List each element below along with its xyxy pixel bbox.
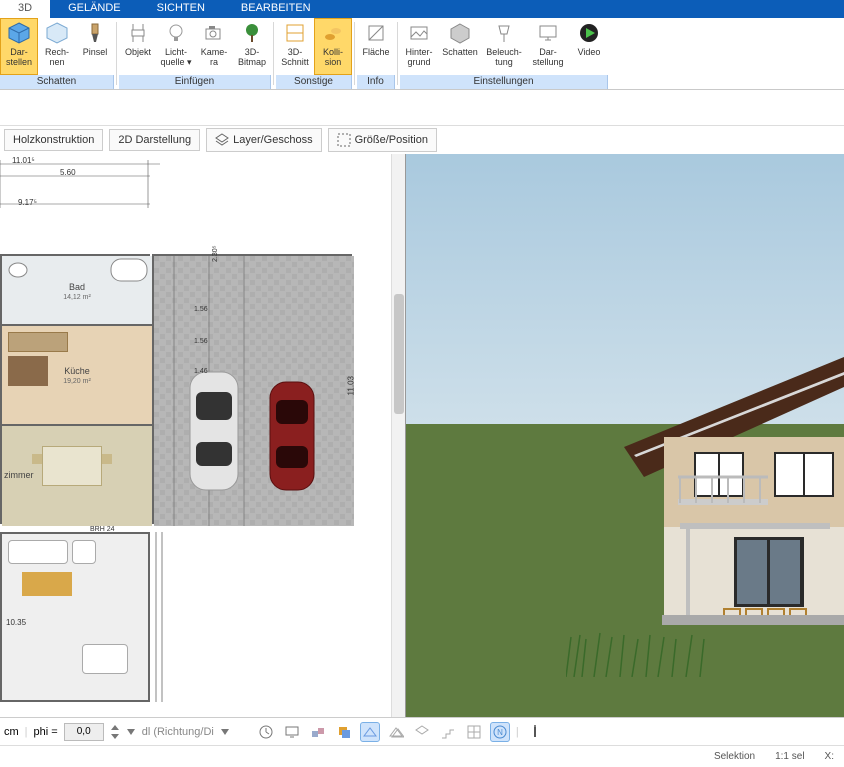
- unit-label: cm: [4, 726, 19, 738]
- svg-text:N: N: [497, 728, 503, 737]
- btn-darstellen[interactable]: Dar- stellen: [0, 18, 38, 75]
- layers-icon: [215, 133, 229, 147]
- dropdown2-icon[interactable]: [220, 726, 230, 738]
- status-x: X:: [825, 751, 834, 762]
- shade-cube-icon: [448, 21, 472, 45]
- house-model: [584, 317, 844, 637]
- tb-clock-icon[interactable]: [256, 722, 276, 742]
- lbl: Dar-: [10, 47, 28, 57]
- 3d-view[interactable]: [405, 154, 844, 717]
- room-kueche: Küche: [2, 366, 152, 376]
- tb-plane2-icon[interactable]: [386, 722, 406, 742]
- stepper-icon[interactable]: [110, 723, 120, 741]
- dim-hright: 11.03: [346, 376, 355, 395]
- btn-3dschnitt[interactable]: 3D- Schnitt: [276, 18, 314, 75]
- tb-north-icon[interactable]: N: [490, 722, 510, 742]
- btn-kollision[interactable]: Kolli- sion: [314, 18, 352, 75]
- tb-grid-icon[interactable]: [464, 722, 484, 742]
- room-bad: Bad: [2, 282, 152, 292]
- status-bar: Selektion 1:1 sel X:: [0, 745, 844, 767]
- tab-bearbeiten[interactable]: BEARBEITEN: [223, 0, 329, 18]
- area-icon: [364, 21, 388, 45]
- btn-3dbitmap[interactable]: 3D- Bitmap: [233, 18, 271, 75]
- tb-layer-icon[interactable]: [412, 722, 432, 742]
- dropdown-icon[interactable]: [126, 726, 136, 738]
- section-icon: [283, 21, 307, 45]
- play-icon: [577, 21, 601, 45]
- btn-holzkonstruktion[interactable]: Holzkonstruktion: [4, 129, 103, 151]
- property-bar: Holzkonstruktion 2D Darstellung Layer/Ge…: [0, 126, 844, 154]
- camera-icon: [202, 21, 226, 45]
- lamp-icon: [492, 21, 516, 45]
- btn-groesse-position[interactable]: Größe/Position: [328, 128, 437, 152]
- tab-gelaende[interactable]: GELÄNDE: [50, 0, 139, 18]
- resize-icon: [337, 133, 351, 147]
- status-ratio: 1:1 sel: [775, 751, 804, 762]
- bottom-toolbar: cm | phi = 0,0 dl (Richtung/Di N |: [0, 717, 844, 745]
- tb-monitor-icon[interactable]: [282, 722, 302, 742]
- group-einstellungen: Einstellungen: [400, 75, 608, 89]
- group-einfuegen: Einfügen: [119, 75, 271, 89]
- area-bad: 14,12 m²: [2, 294, 152, 301]
- area-kueche: 19,20 m²: [2, 378, 152, 385]
- tab-sichten[interactable]: SICHTEN: [139, 0, 223, 18]
- monitor-icon: [536, 21, 560, 45]
- ribbon: Dar- stellen Rech- nen Pinsel Schatten O…: [0, 18, 844, 90]
- hedge-icon: [152, 532, 182, 702]
- tab-3d[interactable]: 3D: [0, 0, 50, 18]
- scrollbar-vertical[interactable]: [391, 154, 405, 717]
- car-silver-icon: [184, 366, 244, 496]
- btn-2d-darstellung[interactable]: 2D Darstellung: [109, 129, 200, 151]
- btn-darstellung-einst[interactable]: Dar- stellung: [526, 18, 570, 75]
- status-selektion: Selektion: [714, 751, 755, 762]
- tree-icon: [240, 21, 264, 45]
- btn-kamera[interactable]: Kame- ra: [195, 18, 233, 75]
- car-red-icon: [264, 376, 320, 496]
- grass-icon: [566, 617, 766, 677]
- brush-icon: [83, 21, 107, 45]
- btn-flaeche[interactable]: Fläche: [357, 18, 395, 75]
- collision-icon: [321, 21, 345, 45]
- group-info: Info: [357, 75, 395, 89]
- bulb-icon: [164, 21, 188, 45]
- lbl: stellen: [6, 57, 32, 67]
- dim-d2: 10.35: [6, 618, 26, 627]
- phi-label: phi =: [34, 726, 58, 738]
- group-schatten: Schatten: [0, 75, 114, 89]
- toilet-icon: [6, 260, 34, 280]
- cube-light-icon: [45, 21, 69, 45]
- tb-plane1-icon[interactable]: [360, 722, 380, 742]
- bathtub-icon: [110, 258, 148, 284]
- phi-input[interactable]: 0,0: [64, 723, 104, 741]
- btn-rechnen[interactable]: Rech- nen: [38, 18, 76, 75]
- group-sonstige: Sonstige: [276, 75, 352, 89]
- tb-stack-icon[interactable]: [334, 722, 354, 742]
- btn-hintergrund[interactable]: Hinter- grund: [400, 18, 438, 75]
- btn-schatten-einst[interactable]: Schatten: [438, 18, 482, 75]
- tb-stairs-icon[interactable]: [438, 722, 458, 742]
- btn-layer-geschoss[interactable]: Layer/Geschoss: [206, 128, 321, 152]
- chair-icon: [126, 21, 150, 45]
- picture-icon: [407, 21, 431, 45]
- btn-lichtquelle[interactable]: Licht- quelle ▾: [157, 18, 195, 75]
- tb-cubes-icon[interactable]: [308, 722, 328, 742]
- dl-label: dl (Richtung/Di: [142, 726, 214, 738]
- btn-video[interactable]: Video: [570, 18, 608, 75]
- room-zimmer: zimmer: [4, 470, 34, 480]
- tb-info-icon[interactable]: [525, 722, 545, 742]
- cube-icon: [7, 21, 31, 45]
- floorplan-view[interactable]: 11.01⁵ 5.60 9.17⁵ Bad 14,12 m²: [0, 154, 405, 717]
- btn-pinsel[interactable]: Pinsel: [76, 18, 114, 75]
- main-tabstrip: 3D GELÄNDE SICHTEN BEARBEITEN: [0, 0, 844, 18]
- btn-beleuchtung[interactable]: Beleuch- tung: [482, 18, 526, 75]
- btn-objekt[interactable]: Objekt: [119, 18, 157, 75]
